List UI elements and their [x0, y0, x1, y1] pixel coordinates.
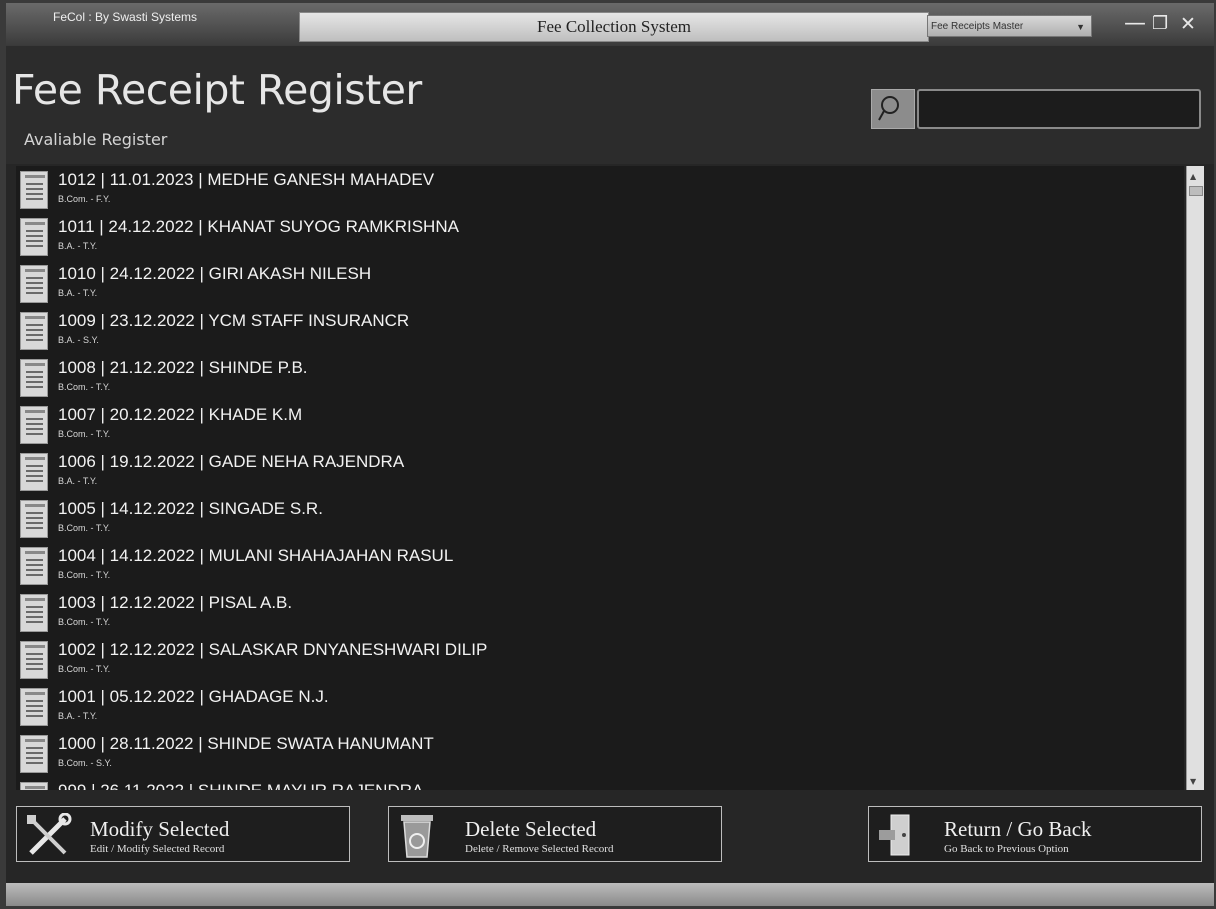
document-icon: [20, 547, 48, 585]
document-icon: [20, 359, 48, 397]
search-icon: [878, 96, 899, 121]
list-item[interactable]: 1003 | 12.12.2022 | PISAL A.B. B.Com. - T…: [16, 589, 1184, 636]
list-item[interactable]: 1006 | 19.12.2022 | GADE NEHA RAJENDRA B.…: [16, 448, 1184, 495]
list-item[interactable]: 1008 | 21.12.2022 | SHINDE P.B. B.Com. - …: [16, 354, 1184, 401]
receipt-list[interactable]: 1012 | 11.01.2023 | MEDHE GANESH MAHADEV…: [16, 166, 1184, 790]
return-go-back-label: Return / Go Back: [944, 817, 1092, 841]
receipt-title: 1007 | 20.12.2022 | KHADE K.M: [58, 405, 303, 424]
receipt-title: 1009 | 23.12.2022 | YCM STAFF INSURANCR: [58, 311, 410, 330]
receipt-title: 1010 | 24.12.2022 | GIRI AKASH NILESH: [58, 264, 372, 283]
list-item[interactable]: 1007 | 20.12.2022 | KHADE K.M B.Com. - T.…: [16, 401, 1184, 448]
receipt-title: 1004 | 14.12.2022 | MULANI SHAHAJAHAN RA…: [58, 546, 454, 565]
delete-selected-description: Delete / Remove Selected Record: [465, 843, 614, 855]
list-item[interactable]: 1010 | 24.12.2022 | GIRI AKASH NILESH B.A…: [16, 260, 1184, 307]
list-item[interactable]: 1009 | 23.12.2022 | YCM STAFF INSURANCR B…: [16, 307, 1184, 354]
tools-icon: [27, 813, 72, 855]
list-item[interactable]: 1011 | 24.12.2022 | KHANAT SUYOG RAMKRIS…: [16, 213, 1184, 260]
delete-selected-label: Delete Selected: [465, 817, 597, 841]
search-input[interactable]: [917, 89, 1201, 129]
page-title: Fee Receipt Register: [12, 66, 422, 114]
page-header: Fee Receipt Register Avaliable Register: [6, 46, 1214, 164]
receipt-title: 1008 | 21.12.2022 | SHINDE P.B.: [58, 358, 308, 377]
search-button[interactable]: [871, 89, 915, 129]
master-dropdown[interactable]: Fee Receipts Master ▼: [927, 15, 1092, 37]
receipt-course: B.Com. - T.Y.: [58, 523, 111, 533]
system-title: Fee Collection System: [299, 12, 929, 42]
document-icon: [20, 500, 48, 538]
list-item[interactable]: 1000 | 28.11.2022 | SHINDE SWATA HANUMAN…: [16, 730, 1184, 777]
scroll-thumb[interactable]: [1189, 186, 1203, 196]
scroll-down-arrow-icon[interactable]: ▼: [1190, 777, 1196, 786]
document-icon: [20, 594, 48, 632]
close-button[interactable]: ✕: [1180, 11, 1196, 37]
delete-selected-button[interactable]: Delete Selected Delete / Remove Selected…: [388, 806, 722, 862]
document-icon: [20, 171, 48, 209]
receipt-course: B.Com. - T.Y.: [58, 429, 111, 439]
list-item[interactable]: 1002 | 12.12.2022 | SALASKAR DNYANESHWAR…: [16, 636, 1184, 683]
receipt-title: 1011 | 24.12.2022 | KHANAT SUYOG RAMKRIS…: [58, 217, 459, 236]
receipt-course: B.Com. - T.Y.: [58, 570, 111, 580]
receipt-course: B.A. - T.Y.: [58, 476, 98, 486]
modify-selected-button[interactable]: Modify Selected Edit / Modify Selected R…: [16, 806, 350, 862]
receipt-course: B.A. - T.Y.: [58, 241, 98, 251]
return-go-back-button[interactable]: Return / Go Back Go Back to Previous Opt…: [868, 806, 1202, 862]
receipt-title: 1006 | 19.12.2022 | GADE NEHA RAJENDRA: [58, 452, 405, 471]
modify-selected-label: Modify Selected: [90, 817, 230, 841]
receipt-title: 1003 | 12.12.2022 | PISAL A.B.: [58, 593, 293, 612]
document-icon: [20, 312, 48, 350]
master-dropdown-value: Fee Receipts Master: [931, 21, 1024, 32]
document-icon: [20, 265, 48, 303]
receipt-course: B.Com. - T.Y.: [58, 382, 111, 392]
exit-door-icon: [879, 814, 910, 856]
document-icon: [20, 406, 48, 444]
receipt-course: B.Com. - T.Y.: [58, 664, 111, 674]
receipt-title: 1002 | 12.12.2022 | SALASKAR DNYANESHWAR…: [58, 640, 488, 659]
document-icon: [20, 453, 48, 491]
document-icon: [20, 688, 48, 726]
receipt-title: 1012 | 11.01.2023 | MEDHE GANESH MAHADEV: [58, 170, 435, 189]
receipt-title: 1001 | 05.12.2022 | GHADAGE N.J.: [58, 687, 329, 706]
receipt-title: 1000 | 28.11.2022 | SHINDE SWATA HANUMAN…: [58, 734, 434, 753]
app-name: FeCol : By Swasti Systems: [53, 10, 198, 24]
receipt-course: B.Com. - S.Y.: [58, 758, 112, 768]
receipt-course: B.A. - T.Y.: [58, 288, 98, 298]
vertical-scrollbar[interactable]: ▲ ▼: [1186, 166, 1204, 790]
list-item[interactable]: 1012 | 11.01.2023 | MEDHE GANESH MAHADEV…: [16, 166, 1184, 213]
document-icon: [20, 782, 48, 790]
status-bar: [6, 883, 1214, 906]
restore-button[interactable]: ❐: [1152, 11, 1168, 37]
receipt-course: B.A. - S.Y.: [58, 335, 99, 345]
receipt-course: B.Com. - F.Y.: [58, 194, 111, 204]
document-icon: [20, 641, 48, 679]
document-icon: [20, 218, 48, 256]
minimize-button[interactable]: —: [1124, 11, 1146, 37]
scroll-up-arrow-icon[interactable]: ▲: [1190, 172, 1196, 181]
list-item[interactable]: 1001 | 05.12.2022 | GHADAGE N.J. B.A. - T…: [16, 683, 1184, 730]
modify-selected-description: Edit / Modify Selected Record: [90, 843, 225, 855]
title-bar: FeCol : By Swasti Systems Fee Collection…: [6, 3, 1214, 46]
receipt-title: 1005 | 14.12.2022 | SINGADE S.R.: [58, 499, 323, 518]
receipt-course: B.Com. - T.Y.: [58, 617, 111, 627]
list-item[interactable]: 999 | 26.11.2022 | SHINDE MAYUR RAJENDRA: [16, 777, 1184, 790]
list-item[interactable]: 1005 | 14.12.2022 | SINGADE S.R. B.Com. -…: [16, 495, 1184, 542]
search-box: [871, 89, 1201, 129]
return-go-back-description: Go Back to Previous Option: [944, 843, 1069, 855]
app-window: FeCol : By Swasti Systems Fee Collection…: [6, 3, 1214, 906]
recycle-bin-icon: [401, 815, 433, 858]
chevron-down-icon: ▼: [1076, 22, 1085, 32]
list-item[interactable]: 1004 | 14.12.2022 | MULANI SHAHAJAHAN RA…: [16, 542, 1184, 589]
receipt-title: 999 | 26.11.2022 | SHINDE MAYUR RAJENDRA: [58, 781, 423, 790]
page-subtitle: Avaliable Register: [24, 130, 168, 149]
document-icon: [20, 735, 48, 773]
receipt-course: B.A. - T.Y.: [58, 711, 98, 721]
